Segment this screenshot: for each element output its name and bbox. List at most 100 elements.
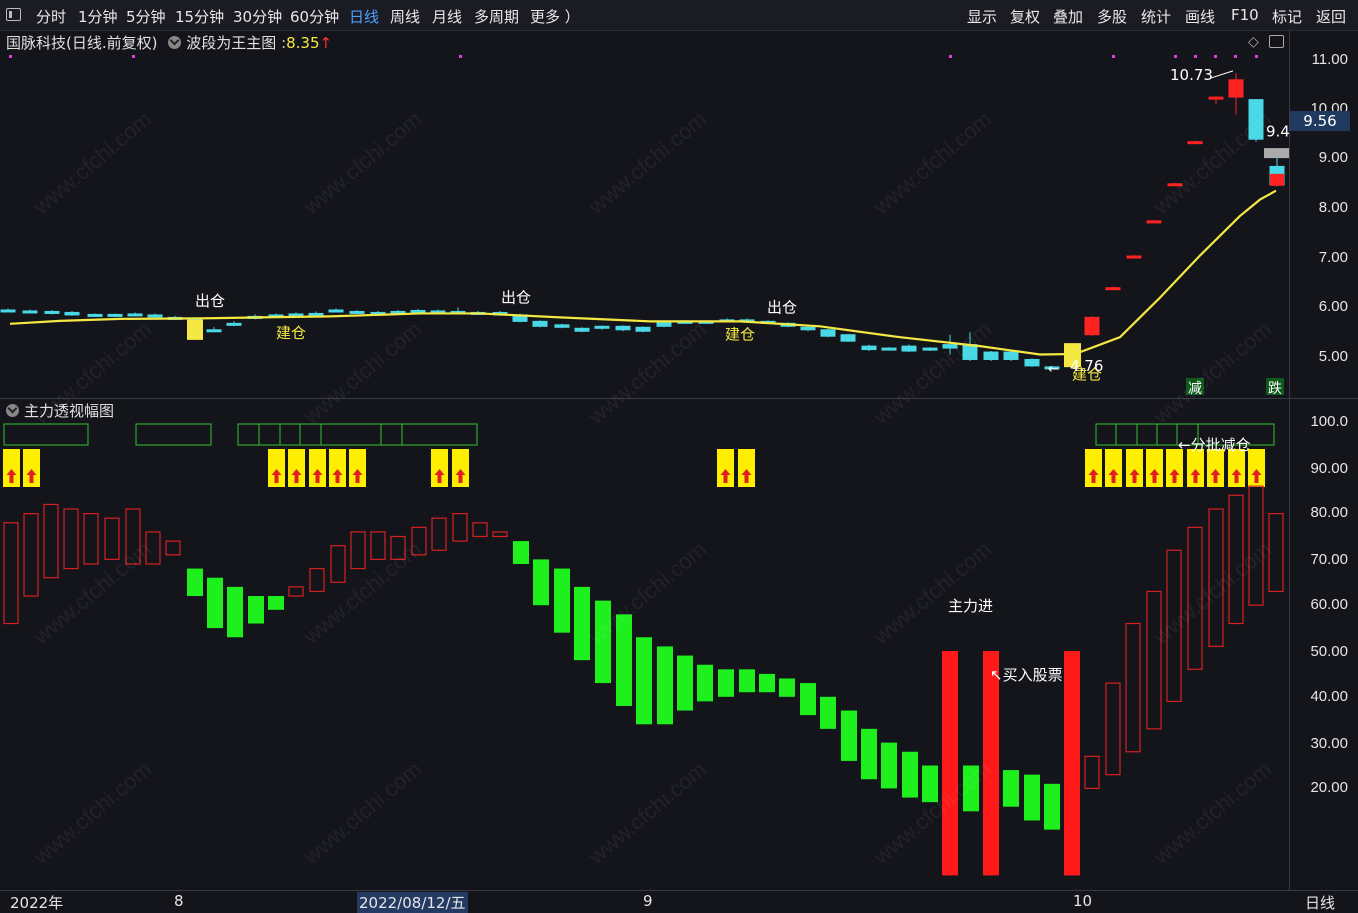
- candle-body: [1024, 358, 1040, 367]
- candle-body: [820, 329, 836, 337]
- period-tab-60min[interactable]: 60分钟: [290, 6, 339, 27]
- candle-body: [922, 347, 938, 351]
- stock-title[interactable]: 国脉科技(日线.前复权): [6, 34, 157, 52]
- adjust-button[interactable]: 复权: [1010, 6, 1040, 27]
- fall-badge: 跌: [1268, 381, 1282, 395]
- candlestick-chart[interactable]: 出仓建仓出仓建仓出仓建仓10.734.76←9.4减跌: [0, 55, 1290, 395]
- sub-tick: 40.00: [1310, 688, 1348, 705]
- signal-dot: [1214, 55, 1217, 58]
- signal-box-outline: [401, 423, 478, 446]
- candle-body: [328, 309, 344, 313]
- period-tab-fenshi[interactable]: 分时: [36, 6, 66, 27]
- main-force-bar-green: [779, 678, 795, 697]
- sub-tick: 90.00: [1310, 460, 1348, 477]
- period-tab-multi[interactable]: 多周期: [474, 6, 519, 27]
- main-force-bar-hollow: [309, 567, 325, 593]
- price-axis: 11.00 10.00 9.00 8.00 7.00 6.00 5.00 9.5…: [1289, 31, 1358, 399]
- candle-body: [44, 310, 60, 314]
- candle-body: [410, 309, 426, 313]
- signal-dot: [1234, 55, 1237, 58]
- period-tab-5min[interactable]: 5分钟: [126, 6, 166, 27]
- main-force-bar-green: [227, 586, 243, 638]
- period-tab-1min[interactable]: 1分钟: [78, 6, 118, 27]
- mark-button[interactable]: 标记: [1272, 6, 1302, 27]
- candle-body: [288, 313, 304, 317]
- candle-body: [1003, 351, 1019, 360]
- main-force-bar-hollow: [1084, 755, 1100, 789]
- sub-tick: 70.00: [1310, 551, 1348, 568]
- signal-dot: [1194, 55, 1197, 58]
- draw-line-button[interactable]: 画线: [1185, 6, 1215, 27]
- last-price-marker: [1264, 148, 1289, 159]
- candle-body: [594, 325, 610, 329]
- main-force-bar-green: [636, 637, 652, 725]
- period-tab-30min[interactable]: 30分钟: [233, 6, 282, 27]
- stats-button[interactable]: 统计: [1141, 6, 1171, 27]
- main-force-bar-hollow: [350, 531, 366, 570]
- sub-tick: 30.00: [1310, 735, 1348, 752]
- buy-annotation: ↖买入股票: [990, 666, 1063, 684]
- diamond-icon[interactable]: ◇: [1248, 34, 1259, 50]
- candle-body: [532, 320, 548, 327]
- signal-label-exit: 出仓: [195, 292, 225, 310]
- main-force-bar-green: [1044, 783, 1060, 830]
- display-button[interactable]: 显示: [967, 6, 997, 27]
- main-force-bar-red: [1064, 651, 1080, 876]
- candle-body: [881, 347, 897, 351]
- main-force-bar-green: [533, 559, 549, 606]
- signal-box-outline: [258, 423, 281, 446]
- main-force-bar-green: [248, 596, 264, 624]
- main-force-bar-green: [207, 577, 223, 629]
- candle-body: [800, 326, 816, 331]
- indicator-value: 8.35: [286, 34, 320, 52]
- candle-body: [22, 310, 38, 314]
- main-force-bar-green: [513, 541, 529, 564]
- back-button[interactable]: 返回: [1316, 6, 1346, 27]
- main-force-bar-green: [554, 568, 570, 633]
- candle-body: [554, 324, 570, 328]
- low-price-label: 4.76: [1070, 357, 1103, 375]
- window-toggle-icon[interactable]: [6, 8, 21, 21]
- main-force-bar-hollow: [330, 545, 346, 583]
- candle-body: [87, 313, 103, 317]
- price-tick: 5.00: [1318, 348, 1348, 365]
- period-tab-15min[interactable]: 15分钟: [175, 6, 224, 27]
- main-force-bar-hollow: [370, 531, 386, 560]
- signal-box-outline: [135, 423, 212, 446]
- main-force-bar-hollow: [288, 586, 304, 597]
- period-tab-daily[interactable]: 日线: [349, 6, 379, 27]
- price-tick: 8.00: [1318, 199, 1348, 216]
- candle-body: [840, 334, 856, 342]
- candle-body: [1146, 220, 1162, 224]
- price-tick: 11.00: [1311, 51, 1348, 68]
- sub-indicator-dropdown-icon[interactable]: [6, 404, 19, 417]
- main-force-bar-green: [881, 742, 897, 789]
- candle-body: [635, 326, 651, 332]
- maximize-icon[interactable]: [1269, 35, 1284, 48]
- sub-tick: 50.00: [1310, 643, 1348, 660]
- candle-body: [1228, 79, 1244, 98]
- signal-label-exit: 出仓: [501, 289, 531, 307]
- candle-body: [901, 345, 917, 352]
- period-tab-more[interactable]: 更多 ）: [530, 6, 580, 27]
- candle-body: [983, 351, 999, 360]
- signal-dot: [1174, 55, 1177, 58]
- candle-body: [1105, 287, 1121, 291]
- multi-stock-button[interactable]: 多股: [1097, 6, 1127, 27]
- candle-body: [107, 313, 123, 317]
- indicator-dropdown-icon[interactable]: [168, 36, 182, 49]
- main-force-bar-hollow: [472, 522, 488, 538]
- period-tab-weekly[interactable]: 周线: [390, 6, 420, 27]
- date-axis: 2022年 8 2022/08/12/五 9 10 日线: [0, 890, 1358, 913]
- indicator-up-arrow-icon: ↑: [319, 34, 333, 52]
- period-tab-monthly[interactable]: 月线: [432, 6, 462, 27]
- price-tick: 7.00: [1318, 249, 1348, 266]
- candle-body: [574, 327, 590, 332]
- candle-body: [1084, 316, 1100, 336]
- signal-label-exit: 出仓: [767, 298, 797, 316]
- f10-button[interactable]: F10: [1231, 6, 1259, 24]
- overlay-button[interactable]: 叠加: [1053, 6, 1083, 27]
- indicator-name[interactable]: 波段为王主图: [186, 34, 276, 52]
- main-force-bar-hollow: [83, 512, 99, 565]
- main-force-bar-hollow: [3, 522, 19, 625]
